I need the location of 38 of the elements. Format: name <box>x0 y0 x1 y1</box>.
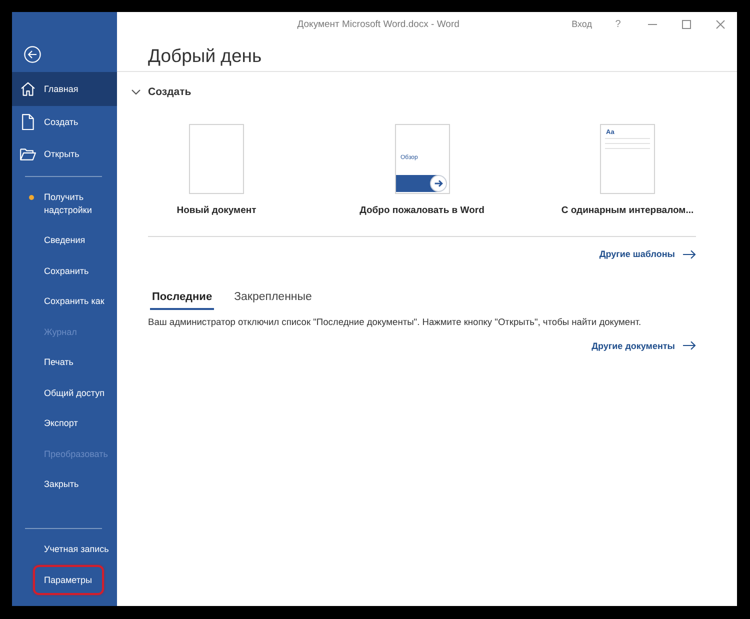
sidebar-item[interactable]: Сохранить <box>12 256 117 286</box>
sidebar-item[interactable]: Получить надстройки <box>12 182 117 225</box>
window-title: Документ Microsoft Word.docx - Word <box>297 18 460 30</box>
sidebar-item[interactable]: Закрыть <box>12 469 117 500</box>
info-message: Ваш администратор отключил список "Последние документы". Нажмите кнопку "Открыть", чтобы найти документ. <box>148 316 642 329</box>
sidebar-item[interactable]: Открыть <box>12 139 117 170</box>
chevron-down-icon <box>131 87 141 97</box>
sidebar-item[interactable]: Сведения <box>12 225 117 256</box>
dot-icon <box>28 195 34 200</box>
maximize-icon <box>682 20 690 28</box>
arrow-circle-icon <box>430 175 446 192</box>
page-thumbnail[interactable] <box>189 124 244 194</box>
sidebar-item[interactable]: Учетная запись <box>12 534 117 565</box>
home-icon <box>20 80 36 97</box>
template-name[interactable]: Добро пожаловать в Word <box>360 204 484 216</box>
sign-in-link[interactable]: Вход <box>572 19 592 29</box>
sidebar-item[interactable]: Сохранить как <box>12 286 117 316</box>
greeting-heading: Добрый день <box>148 45 262 67</box>
folder-icon <box>20 148 36 161</box>
close-icon <box>716 20 724 28</box>
sidebar-item[interactable]: Создать <box>12 106 117 139</box>
sidebar-item[interactable]: Параметры <box>12 564 117 596</box>
more-templates-link[interactable]: Другие шаблоны <box>599 247 696 261</box>
template-name[interactable]: Новый документ <box>176 204 256 216</box>
tab[interactable]: Последние <box>150 290 214 310</box>
section-title: Создать <box>148 86 192 98</box>
sidebar-item[interactable]: Общий доступ <box>12 378 117 408</box>
more-documents-link[interactable]: Другие документы <box>592 338 696 352</box>
sidebar-item[interactable]: Печать <box>12 347 117 378</box>
right-arrow-icon <box>683 341 696 350</box>
sidebar-item[interactable]: Экспорт <box>12 408 117 438</box>
document-icon <box>22 114 34 130</box>
tab[interactable]: Закрепленные <box>232 290 314 310</box>
text-lines-drawing <box>605 138 650 149</box>
collapse-toggle[interactable] <box>131 87 141 97</box>
template-name[interactable]: С одинарным интервалом... <box>561 204 694 216</box>
sidebar-item[interactable]: Главная <box>12 72 117 106</box>
right-arrow-icon <box>683 250 696 258</box>
